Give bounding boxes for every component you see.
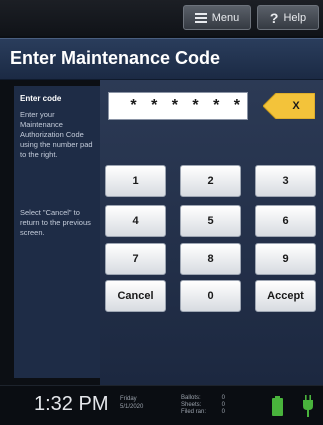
help-label: Help (283, 11, 307, 24)
key-4[interactable]: 4 (105, 205, 166, 237)
day-name: Friday (120, 396, 137, 402)
filed-value: 0 (221, 409, 225, 415)
help-button[interactable]: ? Help (257, 5, 319, 30)
power-plug-icon (303, 395, 313, 417)
menu-button[interactable]: Menu (183, 5, 251, 30)
cancel-button[interactable]: Cancel (105, 280, 166, 312)
page-title: Enter Maintenance Code (10, 48, 221, 68)
key-5[interactable]: 5 (180, 205, 241, 237)
sheets-counter: Sheets: 0 (181, 402, 225, 409)
clock-time: 1:32 PM (34, 393, 109, 415)
top-bar: Menu ? Help (0, 0, 323, 36)
key-6[interactable]: 6 (255, 205, 316, 237)
cancel-hint-text: Select "Cancel" to return to the previou… (20, 208, 91, 237)
key-0[interactable]: 0 (180, 280, 241, 312)
filed-label: Filed ran: (181, 409, 207, 415)
ballots-label: Ballots: (181, 395, 201, 401)
date-block: Friday 5/1/2020 (120, 395, 143, 411)
clear-button[interactable]: X (263, 93, 315, 119)
instruction-text: Enter your Maintenance Authorization Cod… (20, 110, 93, 159)
instruction-panel: Enter code Enter your Maintenance Author… (14, 86, 100, 378)
key-8[interactable]: 8 (180, 243, 241, 275)
ballots-counter: Ballots: 0 (181, 395, 225, 402)
clear-label: X (292, 100, 300, 112)
battery-icon (272, 396, 283, 416)
key-3[interactable]: 3 (255, 165, 316, 197)
key-9[interactable]: 9 (255, 243, 316, 275)
menu-label: Menu (211, 11, 240, 24)
code-input[interactable]: * * * * * * (108, 92, 248, 120)
date-value: 5/1/2020 (120, 404, 144, 410)
sheets-value: 0 (221, 402, 225, 408)
counters: Ballots: 0 Sheets: 0 Filed ran: 0 (181, 395, 225, 416)
key-2[interactable]: 2 (180, 165, 241, 197)
key-1[interactable]: 1 (105, 165, 166, 197)
instruction-heading: Enter code (20, 94, 62, 103)
accept-button[interactable]: Accept (255, 280, 316, 312)
sheets-label: Sheets: (181, 402, 202, 408)
ballots-value: 0 (221, 395, 225, 401)
hamburger-icon (194, 12, 207, 23)
maintenance-code-screen: Menu ? Help Enter Maintenance Code Enter… (0, 0, 323, 425)
filed-counter: Filed ran: 0 (181, 409, 225, 416)
key-7[interactable]: 7 (105, 243, 166, 275)
title-bar: Enter Maintenance Code (0, 38, 323, 80)
help-icon: ? (269, 9, 279, 26)
status-bar: 1:32 PM Friday 5/1/2020 Ballots: 0 Sheet… (0, 385, 323, 425)
